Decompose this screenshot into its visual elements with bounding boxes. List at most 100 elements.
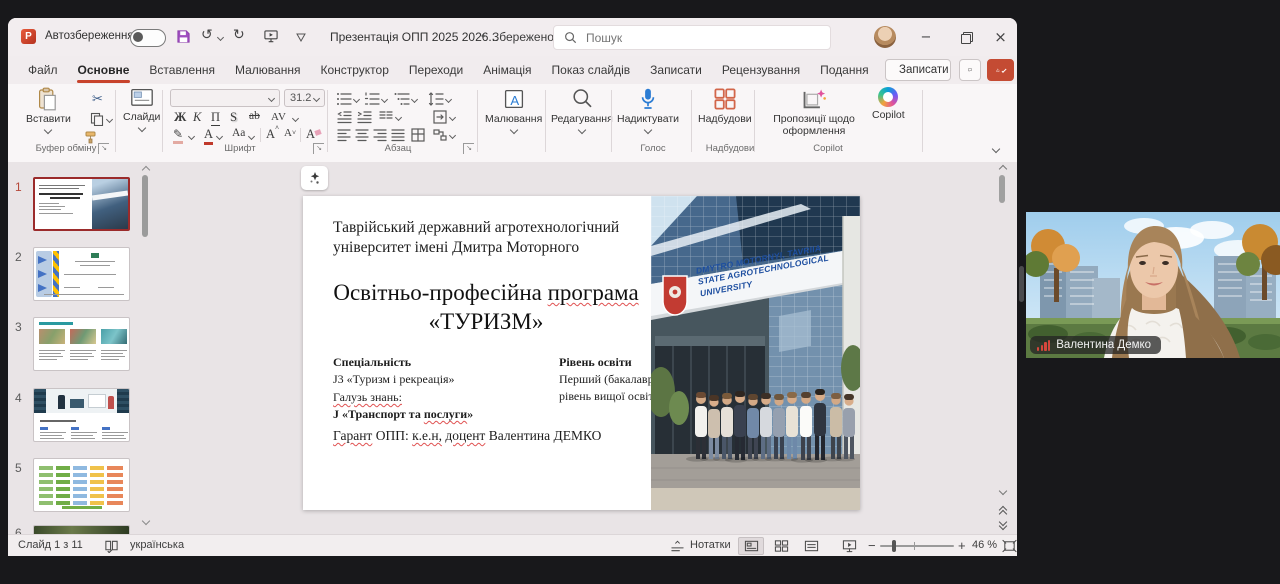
zoom-out-button[interactable]: − (868, 538, 876, 553)
text-direction-icon[interactable] (432, 109, 448, 125)
tab-record[interactable]: Записати (640, 56, 712, 84)
slide-thumbnail-1[interactable] (33, 177, 130, 231)
editing-button[interactable]: Редагування (551, 87, 613, 133)
close-button[interactable]: × (984, 18, 1017, 56)
change-case-button[interactable]: Aa (232, 127, 245, 139)
slide-thumbnail-6[interactable] (33, 525, 130, 534)
background-scrollbar-thumb[interactable] (1019, 266, 1024, 302)
slide-thumbnail-4[interactable] (33, 388, 130, 442)
slide-scroll-up-icon[interactable] (999, 165, 1007, 173)
copilot-button[interactable]: Copilot (872, 87, 905, 121)
tab-draw[interactable]: Малювання (225, 56, 310, 84)
specialty-textbox[interactable]: Спеціальність J3 «Туризм і рекреація» Га… (333, 354, 473, 424)
slide-thumbnail-3[interactable] (33, 317, 130, 371)
thumbnails-scrollbar-thumb[interactable] (142, 175, 148, 237)
italic-button[interactable]: К (193, 110, 201, 125)
tab-file[interactable]: Файл (18, 56, 68, 84)
dictate-button[interactable]: Надиктувати (617, 87, 679, 133)
zoom-in-button[interactable]: + (958, 538, 966, 553)
fit-to-window-icon[interactable] (1002, 539, 1017, 553)
slide-scrollbar-thumb[interactable] (999, 175, 1005, 203)
designer-button[interactable]: Пропозиції щодооформлення (760, 87, 868, 137)
quick-access-menu-icon[interactable] (296, 33, 306, 42)
font-dialog-launcher[interactable]: ↘ (313, 143, 324, 154)
font-name-combo[interactable] (170, 89, 280, 107)
numbering-dropdown-icon[interactable] (381, 96, 388, 103)
slides-button[interactable]: Слайди (123, 87, 160, 131)
highlight-dropdown-icon[interactable] (188, 133, 195, 140)
bullets-icon[interactable] (336, 91, 352, 107)
strikethrough-button[interactable]: ab (249, 110, 260, 122)
slideshow-view-button[interactable] (836, 537, 862, 555)
reading-view-button[interactable] (798, 537, 824, 555)
tab-home[interactable]: Основне (68, 56, 140, 84)
line-spacing-dropdown-icon[interactable] (445, 96, 452, 103)
save-icon[interactable] (176, 29, 191, 44)
underline-button[interactable]: П (211, 110, 220, 126)
spacing-dropdown-icon[interactable] (292, 115, 299, 122)
paragraph-dialog-launcher[interactable]: ↘ (463, 143, 474, 154)
tab-review[interactable]: Рецензування (712, 56, 810, 84)
zoom-level[interactable]: 46 % (972, 539, 997, 551)
font-color-dropdown-icon[interactable] (216, 133, 223, 140)
smartart-dropdown-icon[interactable] (449, 132, 456, 139)
clipboard-dialog-launcher[interactable]: ↘ (98, 143, 109, 154)
autosave-toggle[interactable] (130, 29, 166, 47)
character-spacing-button[interactable]: AV (271, 111, 286, 123)
thumbnails-scroll-up-icon[interactable] (142, 166, 150, 174)
slide-canvas[interactable]: Таврійський державний агротехнологічний … (303, 196, 860, 510)
bullets-dropdown-icon[interactable] (353, 96, 360, 103)
drawing-button[interactable]: A Малювання (485, 87, 542, 133)
notes-icon[interactable] (670, 539, 685, 553)
designer-float-button[interactable] (301, 166, 328, 190)
tab-insert[interactable]: Вставлення (139, 56, 225, 84)
copy-icon[interactable] (90, 112, 104, 126)
convert-smartart-icon[interactable] (432, 127, 448, 143)
align-left-icon[interactable] (336, 127, 352, 143)
slide-title-textbox[interactable]: Освітньо-професійна програма «ТУРИЗМ» (321, 278, 651, 337)
grow-font-button[interactable]: А (266, 127, 275, 142)
text-shadow-button[interactable]: S (230, 110, 237, 125)
slide-sorter-view-button[interactable] (768, 537, 794, 555)
text-direction-dropdown-icon[interactable] (449, 114, 456, 121)
addins-button[interactable]: Надбудови (698, 87, 752, 125)
slide-counter[interactable]: Слайд 1 з 11 (18, 539, 83, 551)
tab-transitions[interactable]: Переходи (399, 56, 473, 84)
minimize-button[interactable]: − (906, 18, 946, 56)
cut-icon[interactable]: ✂ (92, 92, 103, 107)
user-avatar[interactable] (874, 26, 896, 48)
font-size-combo[interactable]: 31.2 (284, 89, 325, 107)
line-spacing-icon[interactable] (428, 91, 444, 107)
tab-animations[interactable]: Анімація (473, 56, 541, 84)
add-table-icon[interactable] (410, 127, 426, 143)
search-input[interactable] (584, 30, 788, 46)
guarantor-textbox[interactable]: Гарант ОПП: к.е.н, доцент Валентина ДЕМК… (333, 428, 601, 444)
undo-dropdown-icon[interactable] (217, 34, 224, 41)
restore-button[interactable] (946, 18, 986, 56)
thumbnails-scroll-down-icon[interactable] (142, 517, 150, 525)
multilevel-dropdown-icon[interactable] (411, 96, 418, 103)
decrease-indent-icon[interactable] (336, 109, 352, 125)
university-name-textbox[interactable]: Таврійський державний агротехнологічний … (333, 218, 619, 258)
slide-thumbnail-2[interactable] (33, 247, 130, 301)
collapse-ribbon-icon[interactable] (992, 145, 1000, 153)
spellcheck-icon[interactable] (104, 539, 119, 553)
tab-view[interactable]: Подання (810, 56, 878, 84)
bold-button[interactable]: Ж (174, 110, 186, 125)
undo-icon[interactable]: ↺ (201, 27, 213, 43)
shrink-font-button[interactable]: А (284, 127, 292, 139)
tab-slideshow[interactable]: Показ слайдів (542, 56, 641, 84)
copy-dropdown-icon[interactable] (106, 116, 113, 123)
increase-indent-icon[interactable] (356, 109, 372, 125)
clear-formatting-button[interactable]: А (306, 127, 315, 142)
align-right-icon[interactable] (372, 127, 388, 143)
language-indicator[interactable]: українська (130, 539, 184, 551)
paste-button[interactable]: Вставити (26, 87, 71, 133)
columns-icon[interactable] (378, 109, 394, 125)
participant-video[interactable]: Валентина Демко (1026, 212, 1280, 358)
comments-button[interactable] (959, 59, 981, 81)
notes-button[interactable]: Нотатки (690, 539, 731, 551)
redo-icon[interactable]: ↻ (233, 27, 245, 43)
start-slideshow-icon[interactable] (263, 29, 279, 44)
highlight-button[interactable]: ✎ (173, 127, 183, 144)
